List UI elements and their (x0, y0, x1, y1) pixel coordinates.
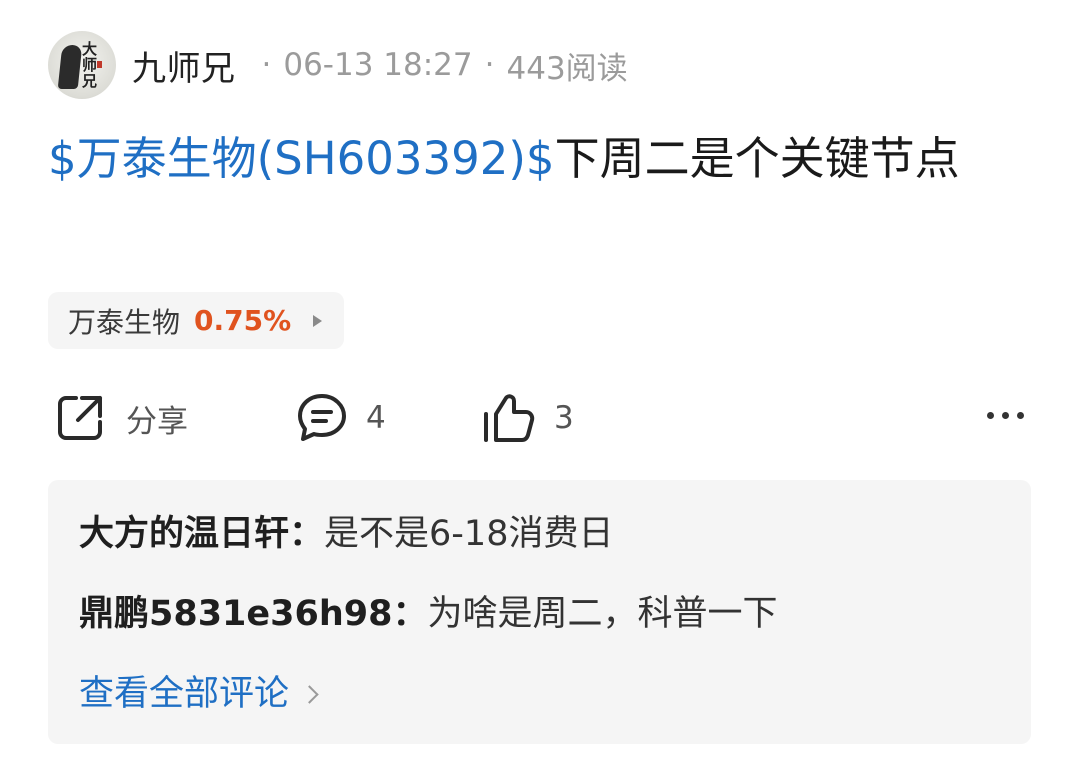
play-arrow-icon (313, 314, 323, 327)
author-name[interactable]: 九师兄 (132, 41, 236, 90)
stock-chip-name: 万泰生物 (68, 305, 181, 339)
share-icon (52, 390, 108, 446)
comment-item[interactable]: 鼎鹏5831e36h98：为啥是周二，科普一下 (79, 592, 778, 636)
chevron-right-icon (300, 684, 319, 704)
more-dot (1002, 412, 1009, 419)
more-icon[interactable] (987, 412, 1024, 419)
comment-colon: ： (289, 514, 325, 554)
comments-preview: 大方的温日轩：是不是6-18消费日 鼎鹏5831e36h98：为啥是周二，科普一… (48, 480, 1031, 744)
comment-count: 4 (366, 400, 386, 436)
avatar[interactable]: 大师兄 (48, 31, 116, 99)
comment-text: 为啥是周二，科普一下 (427, 594, 778, 634)
action-bar: 分享 4 3 (52, 388, 1032, 448)
comment-user[interactable]: 鼎鹏5831e36h98 (79, 594, 392, 634)
post-meta: · 06-13 18:27 · 443阅读 (250, 43, 628, 88)
comment-text: 是不是6-18消费日 (324, 514, 614, 554)
like-count: 3 (554, 400, 574, 436)
post-card: 大师兄 九师兄 · 06-13 18:27 · 443阅读 $万泰生物(SH60… (0, 0, 1080, 761)
avatar-calligraphy: 大师兄 (82, 40, 98, 90)
like-button[interactable]: 3 (480, 388, 574, 448)
share-label: 分享 (126, 403, 188, 440)
avatar-figure (57, 45, 83, 89)
comment-colon: ： (392, 594, 428, 634)
stock-tag-link[interactable]: $万泰生物(SH603392)$ (48, 132, 555, 185)
comment-user[interactable]: 大方的温日轩 (79, 514, 289, 554)
post-title-text: 下周二是个关键节点 (554, 132, 960, 185)
more-dot (987, 412, 994, 419)
thumbs-up-icon (480, 390, 538, 446)
stock-chip-change: 0.75% (194, 304, 292, 337)
post-title: $万泰生物(SH603392)$下周二是个关键节点 (48, 128, 1008, 190)
comment-icon (294, 390, 350, 446)
meta-separator: · (484, 47, 495, 83)
post-header: 大师兄 九师兄 · 06-13 18:27 · 443阅读 (48, 30, 628, 100)
avatar-seal (97, 61, 102, 68)
view-all-label: 查看全部评论 (79, 674, 290, 714)
meta-separator: · (261, 47, 272, 83)
read-count: 443阅读 (506, 50, 628, 87)
comment-item[interactable]: 大方的温日轩：是不是6-18消费日 (79, 512, 613, 556)
comment-button[interactable]: 4 (294, 388, 386, 448)
more-dot (1017, 412, 1024, 419)
view-all-comments-link[interactable]: 查看全部评论 (79, 672, 319, 716)
stock-chip[interactable]: 万泰生物 0.75% (48, 292, 345, 349)
share-button[interactable]: 分享 (52, 388, 188, 448)
post-date: 06-13 18:27 (283, 47, 473, 83)
